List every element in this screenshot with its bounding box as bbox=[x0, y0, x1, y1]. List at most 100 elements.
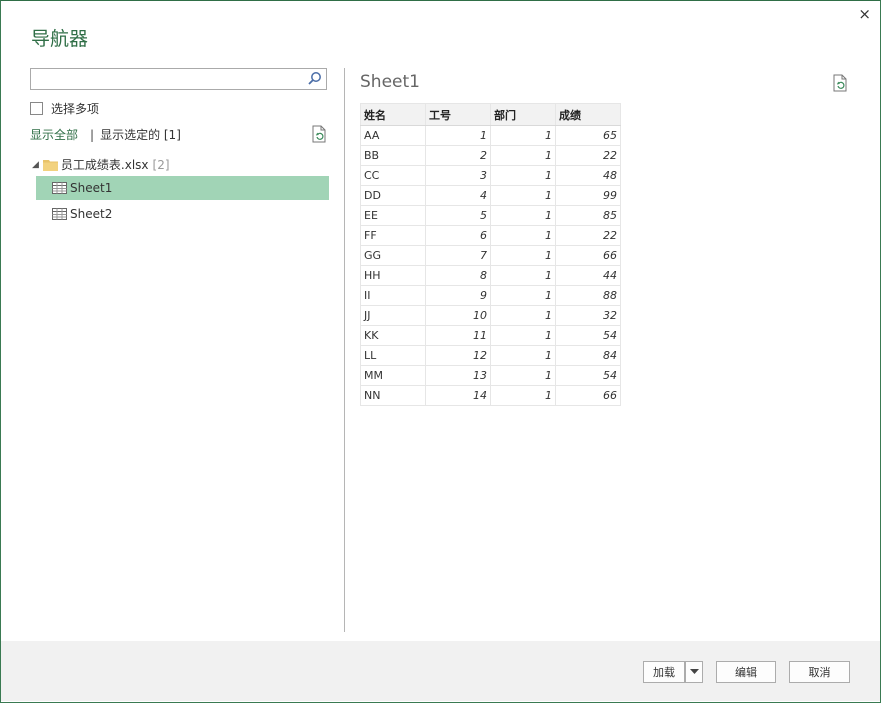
table-cell: GG bbox=[360, 245, 426, 266]
table-cell: JJ bbox=[360, 305, 426, 326]
table-row: LL 12 1 84 bbox=[360, 345, 621, 366]
refresh-icon[interactable] bbox=[311, 125, 327, 143]
table-cell: 4 bbox=[425, 185, 491, 206]
table-cell: 22 bbox=[555, 225, 621, 246]
collapse-triangle-icon[interactable]: ◢ bbox=[32, 160, 39, 170]
table-cell: 1 bbox=[490, 265, 556, 286]
column-header: 工号 bbox=[425, 103, 491, 126]
table-cell: 1 bbox=[490, 285, 556, 306]
column-header: 姓名 bbox=[360, 103, 426, 126]
table-row: AA 1 1 65 bbox=[360, 125, 621, 146]
tree-item-sheet2[interactable]: Sheet2 bbox=[36, 202, 329, 226]
table-row: GG 7 1 66 bbox=[360, 245, 621, 266]
search-icon[interactable] bbox=[307, 71, 322, 86]
table-cell: 32 bbox=[555, 305, 621, 326]
load-button[interactable]: 加载 bbox=[643, 661, 685, 683]
search-input[interactable] bbox=[30, 68, 327, 90]
table-cell: 44 bbox=[555, 265, 621, 286]
table-cell: 99 bbox=[555, 185, 621, 206]
table-cell: 1 bbox=[490, 205, 556, 226]
filter-separator: | bbox=[90, 127, 95, 142]
table-cell: 85 bbox=[555, 205, 621, 226]
cancel-button[interactable]: 取消 bbox=[789, 661, 850, 683]
show-selected-link[interactable]: 显示选定的 [1] bbox=[100, 126, 181, 143]
table-row: EE 5 1 85 bbox=[360, 205, 621, 226]
table-cell: NN bbox=[360, 385, 426, 406]
table-row: FF 6 1 22 bbox=[360, 225, 621, 246]
table-row: HH 8 1 44 bbox=[360, 265, 621, 286]
table-cell: 66 bbox=[555, 385, 621, 406]
table-icon bbox=[52, 208, 67, 220]
column-header: 部门 bbox=[490, 103, 556, 126]
pane-divider[interactable] bbox=[344, 68, 345, 632]
table-cell: 12 bbox=[425, 345, 491, 366]
table-row: CC 3 1 48 bbox=[360, 165, 621, 186]
table-cell: BB bbox=[360, 145, 426, 166]
table-cell: AA bbox=[360, 125, 426, 146]
table-cell: EE bbox=[360, 205, 426, 226]
preview-title: Sheet1 bbox=[360, 72, 420, 92]
select-multiple-label: 选择多项 bbox=[51, 102, 100, 116]
table-cell: FF bbox=[360, 225, 426, 246]
table-cell: 1 bbox=[490, 245, 556, 266]
table-row: NN 14 1 66 bbox=[360, 385, 621, 406]
select-multiple-checkbox[interactable] bbox=[30, 102, 43, 115]
table-cell: 1 bbox=[490, 165, 556, 186]
column-header: 成绩 bbox=[555, 103, 621, 126]
table-cell: KK bbox=[360, 325, 426, 346]
table-row: JJ 10 1 32 bbox=[360, 305, 621, 326]
table-row: II 9 1 88 bbox=[360, 285, 621, 306]
table-cell: 65 bbox=[555, 125, 621, 146]
chevron-down-icon bbox=[689, 669, 699, 674]
folder-icon bbox=[42, 159, 58, 171]
table-cell: 1 bbox=[490, 225, 556, 246]
close-button[interactable]: × bbox=[858, 6, 871, 22]
table-cell: 88 bbox=[555, 285, 621, 306]
tree-item-label: Sheet2 bbox=[70, 207, 113, 221]
show-all-link[interactable]: 显示全部 bbox=[30, 126, 78, 143]
table-cell: 13 bbox=[425, 365, 491, 386]
tree-workbook-node[interactable]: ◢ 员工成绩表.xlsx [2] bbox=[32, 156, 170, 173]
tree-item-label: Sheet1 bbox=[70, 181, 113, 195]
dialog-title: 导航器 bbox=[31, 28, 89, 50]
table-row: BB 2 1 22 bbox=[360, 145, 621, 166]
tree-item-sheet1[interactable]: Sheet1 bbox=[36, 176, 329, 200]
table-cell: II bbox=[360, 285, 426, 306]
table-cell: 9 bbox=[425, 285, 491, 306]
table-cell: 5 bbox=[425, 205, 491, 226]
table-cell: 7 bbox=[425, 245, 491, 266]
table-cell: HH bbox=[360, 265, 426, 286]
table-cell: 54 bbox=[555, 365, 621, 386]
refresh-preview-icon[interactable] bbox=[832, 74, 848, 92]
table-cell: 22 bbox=[555, 145, 621, 166]
table-cell: 14 bbox=[425, 385, 491, 406]
workbook-label: 员工成绩表.xlsx bbox=[60, 158, 149, 172]
table-cell: 1 bbox=[490, 305, 556, 326]
search-field[interactable] bbox=[33, 70, 307, 90]
table-cell: 1 bbox=[490, 365, 556, 386]
table-row: DD 4 1 99 bbox=[360, 185, 621, 206]
table-cell: 2 bbox=[425, 145, 491, 166]
table-cell: 54 bbox=[555, 325, 621, 346]
table-cell: 84 bbox=[555, 345, 621, 366]
load-dropdown-button[interactable] bbox=[685, 661, 703, 683]
table-cell: 1 bbox=[490, 125, 556, 146]
table-icon bbox=[52, 182, 67, 194]
table-cell: 66 bbox=[555, 245, 621, 266]
select-multiple-option[interactable]: 选择多项 bbox=[30, 100, 99, 117]
table-cell: 48 bbox=[555, 165, 621, 186]
preview-table: 姓名 工号 部门 成绩 AA 1 1 65 BB 2 1 22 CC 3 1 48 DD 4 1 99 EE 5 1… bbox=[360, 103, 621, 406]
table-cell: 1 bbox=[425, 125, 491, 146]
table-header-row: 姓名 工号 部门 成绩 bbox=[360, 103, 621, 126]
workbook-count: [2] bbox=[152, 157, 170, 172]
table-cell: 1 bbox=[490, 185, 556, 206]
table-cell: 8 bbox=[425, 265, 491, 286]
edit-button[interactable]: 编辑 bbox=[716, 661, 776, 683]
table-cell: 1 bbox=[490, 325, 556, 346]
table-cell: 1 bbox=[490, 345, 556, 366]
table-cell: 10 bbox=[425, 305, 491, 326]
table-cell: DD bbox=[360, 185, 426, 206]
table-cell: 3 bbox=[425, 165, 491, 186]
filter-links: 显示全部 | 显示选定的 [1] bbox=[30, 126, 181, 143]
table-cell: CC bbox=[360, 165, 426, 186]
